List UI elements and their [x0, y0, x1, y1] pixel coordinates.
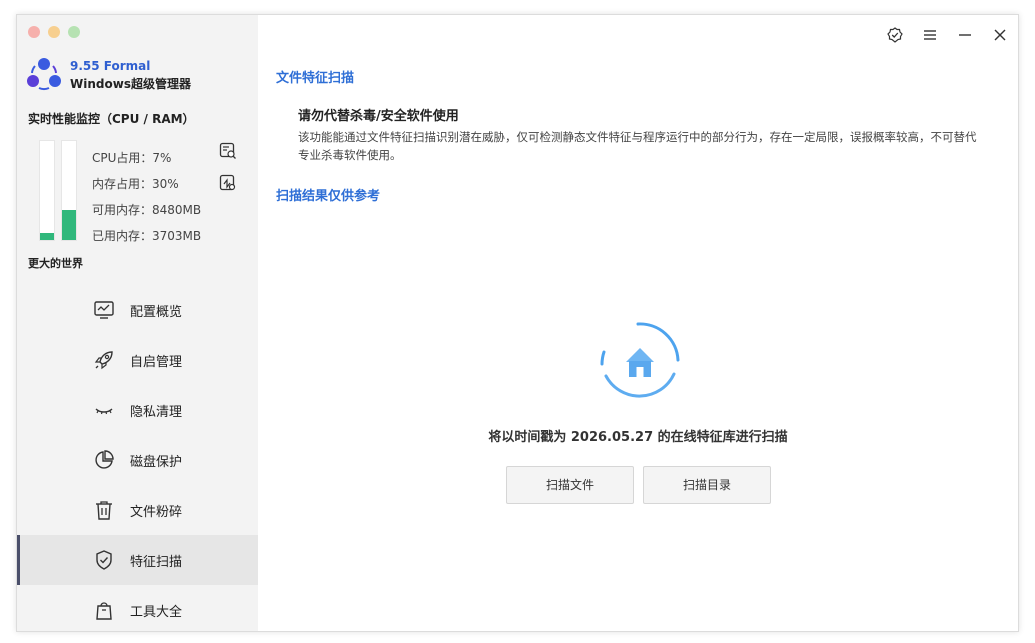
nav-item-startup-manager[interactable]: 自启管理	[17, 335, 258, 385]
nav-item-toolbox[interactable]: 工具大全	[17, 585, 258, 631]
monitor-chart-icon	[94, 301, 114, 319]
nav-item-file-shredder[interactable]: 文件粉碎	[17, 485, 258, 535]
rocket-icon	[94, 351, 113, 370]
nav-item-label: 文件粉碎	[130, 505, 183, 520]
slogan-text: 更大的世界	[28, 257, 83, 270]
cpu-monitor-icon[interactable]	[219, 142, 237, 160]
section-title: 文件特征扫描	[276, 71, 355, 86]
scan-spinner-icon	[600, 322, 680, 398]
cpu-usage-fill	[40, 233, 54, 240]
scan-file-button[interactable]: 扫描文件	[506, 466, 634, 504]
scan-status-text: 将以时间戳为 2026.05.27 的在线特征库进行扫描	[488, 430, 788, 445]
cpu-usage-bar	[39, 140, 55, 241]
sidebar: 9.55 Formal Windows超级管理器 实时性能监控（CPU / RA…	[17, 15, 258, 631]
scan-directory-button[interactable]: 扫描目录	[643, 466, 771, 504]
used-memory-text: 已用内存：3703MB	[92, 229, 202, 243]
memory-usage-fill	[62, 210, 76, 240]
nav-item-config-overview[interactable]: 配置概览	[17, 285, 258, 335]
verified-badge-icon[interactable]	[887, 27, 903, 43]
home-icon	[626, 348, 654, 377]
nav-item-label: 自启管理	[130, 355, 183, 370]
nav-item-label: 特征扫描	[130, 555, 183, 570]
nav-item-privacy-cleanup[interactable]: 隐私清理	[17, 385, 258, 435]
memory-monitor-icon[interactable]	[219, 174, 237, 192]
pie-chart-icon	[95, 450, 114, 469]
main-panel: 文件特征扫描 请勿代替杀毒/安全软件使用 该功能能通过文件特征扫描识别潜在威胁，…	[258, 15, 1018, 631]
available-memory-text: 可用内存：8480MB	[92, 203, 202, 217]
warning-title: 请勿代替杀毒/安全软件使用	[298, 109, 459, 124]
close-icon[interactable]	[992, 27, 1008, 43]
app-version: 9.55 Formal	[70, 59, 151, 73]
minimize-icon[interactable]	[957, 27, 973, 43]
nav-item-label: 配置概览	[130, 305, 183, 320]
shield-check-icon	[96, 550, 112, 570]
maximize-window-dot[interactable]	[68, 26, 80, 38]
nav-item-disk-protection[interactable]: 磁盘保护	[17, 435, 258, 485]
minimize-window-dot[interactable]	[48, 26, 60, 38]
trash-icon	[96, 501, 112, 520]
app-name: Windows超级管理器	[70, 77, 191, 91]
cpu-usage-text: CPU占用：7%	[92, 151, 172, 165]
memory-usage-bar	[61, 140, 77, 241]
closed-eye-icon	[95, 408, 113, 415]
nav-item-signature-scan[interactable]: 特征扫描	[17, 535, 258, 585]
warning-body: 该功能能通过文件特征扫描识别潜在威胁，仅可检测静态文件特征与程序运行中的部分行为…	[298, 130, 977, 162]
app-window: 9.55 Formal Windows超级管理器 实时性能监控（CPU / RA…	[16, 14, 1019, 632]
nav-item-label: 工具大全	[130, 605, 183, 620]
monitor-title: 实时性能监控（CPU / RAM）	[28, 112, 195, 126]
nav-item-label: 隐私清理	[130, 405, 183, 420]
bag-icon	[96, 602, 112, 620]
nav-item-label: 磁盘保护	[130, 455, 183, 470]
app-logo-icon	[27, 58, 61, 91]
result-note: 扫描结果仅供参考	[276, 189, 381, 204]
close-window-dot[interactable]	[28, 26, 40, 38]
menu-icon[interactable]	[922, 27, 938, 43]
memory-usage-text: 内存占用：30%	[92, 177, 179, 191]
